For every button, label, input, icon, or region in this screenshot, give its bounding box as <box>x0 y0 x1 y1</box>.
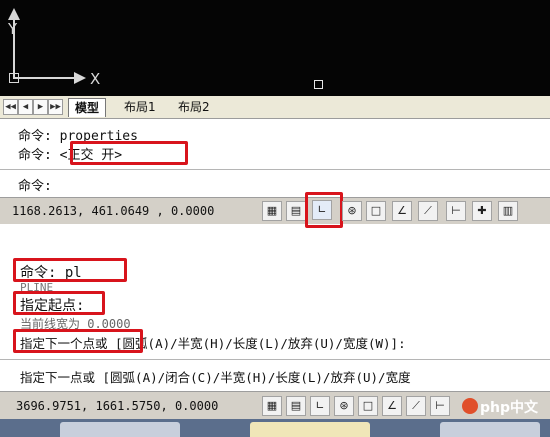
ortho-button-highlight <box>305 192 343 228</box>
os-taskbar <box>0 419 550 437</box>
next-tab-button[interactable]: ▶ <box>33 99 48 115</box>
model-icon[interactable]: ▥ <box>498 201 518 221</box>
otrack-icon[interactable]: ∠ <box>392 201 412 221</box>
polar-icon[interactable]: ⊛ <box>342 201 362 221</box>
tab-layout1[interactable]: 布局1 <box>118 98 162 116</box>
ucs-y-arrow-icon <box>8 8 20 20</box>
otrack-icon[interactable]: ∠ <box>382 396 402 416</box>
lwt-icon[interactable]: ✚ <box>472 201 492 221</box>
pl-command-highlight <box>13 258 127 282</box>
layout-tab-bar: ◀◀ ◀ ▶ ▶▶ 模型 布局1 布局2 <box>0 96 550 119</box>
ucs-origin-icon <box>9 73 19 83</box>
command-prompt[interactable]: 命令: <box>18 175 52 194</box>
command-prompt[interactable]: 指定下一点或 [圆弧(A)/闭合(C)/半宽(H)/长度(L)/放弃(U)/宽度 <box>20 367 411 386</box>
start-point-highlight <box>13 291 105 315</box>
grid-icon[interactable]: ▤ <box>286 396 306 416</box>
command-separator <box>0 169 550 170</box>
ortho-message-highlight <box>70 141 188 165</box>
ucs-x-axis <box>13 77 77 79</box>
snap-icon[interactable]: ▦ <box>262 396 282 416</box>
last-tab-button[interactable]: ▶▶ <box>48 99 63 115</box>
osnap-icon[interactable]: □ <box>358 396 378 416</box>
first-tab-button[interactable]: ◀◀ <box>3 99 18 115</box>
command-separator <box>0 359 550 360</box>
dyn-icon[interactable]: ⊢ <box>430 396 450 416</box>
tab-model[interactable]: 模型 <box>68 98 107 117</box>
dyn-icon[interactable]: ⊢ <box>446 201 466 221</box>
polar-icon[interactable]: ⊛ <box>334 396 354 416</box>
command-window-bottom[interactable]: 命令: pl PLINE 指定起点: 当前线宽为 0.0000 指定下一个点或 … <box>0 253 550 391</box>
ucs-y-label: Y <box>8 20 18 38</box>
prev-tab-button[interactable]: ◀ <box>18 99 33 115</box>
command-window-top[interactable]: 命令: properties 命令: <正交 开> 命令: <box>0 119 550 197</box>
status-bar-bottom: 3696.9751, 1661.5750, 0.0000 ▦ ▤ ∟ ⊛ □ ∠… <box>0 391 550 436</box>
coordinate-readout: 1168.2613, 461.0649 , 0.0000 <box>12 204 215 218</box>
ducs-icon[interactable]: ⟋ <box>418 201 438 221</box>
taskbar-item-active[interactable] <box>250 422 370 437</box>
next-point-highlight <box>13 329 143 353</box>
watermark-logo-icon <box>462 398 478 414</box>
tab-layout2[interactable]: 布局2 <box>172 98 216 116</box>
drawing-canvas[interactable]: Y X <box>0 0 550 96</box>
taskbar-item[interactable] <box>60 422 180 437</box>
ducs-icon[interactable]: ⟋ <box>406 396 426 416</box>
grip-point[interactable] <box>314 80 323 89</box>
coordinate-readout: 3696.9751, 1661.5750, 0.0000 <box>16 399 219 413</box>
taskbar-item[interactable] <box>440 422 540 437</box>
ucs-x-label: X <box>90 70 101 88</box>
ucs-x-arrow-icon <box>74 72 86 84</box>
snap-icon[interactable]: ▦ <box>262 201 282 221</box>
ortho-icon[interactable]: ∟ <box>310 396 330 416</box>
osnap-icon[interactable]: □ <box>366 201 386 221</box>
grid-icon[interactable]: ▤ <box>286 201 306 221</box>
status-bar-top: 1168.2613, 461.0649 , 0.0000 ▦ ▤ ∟ ⊛ □ ∠… <box>0 192 550 228</box>
